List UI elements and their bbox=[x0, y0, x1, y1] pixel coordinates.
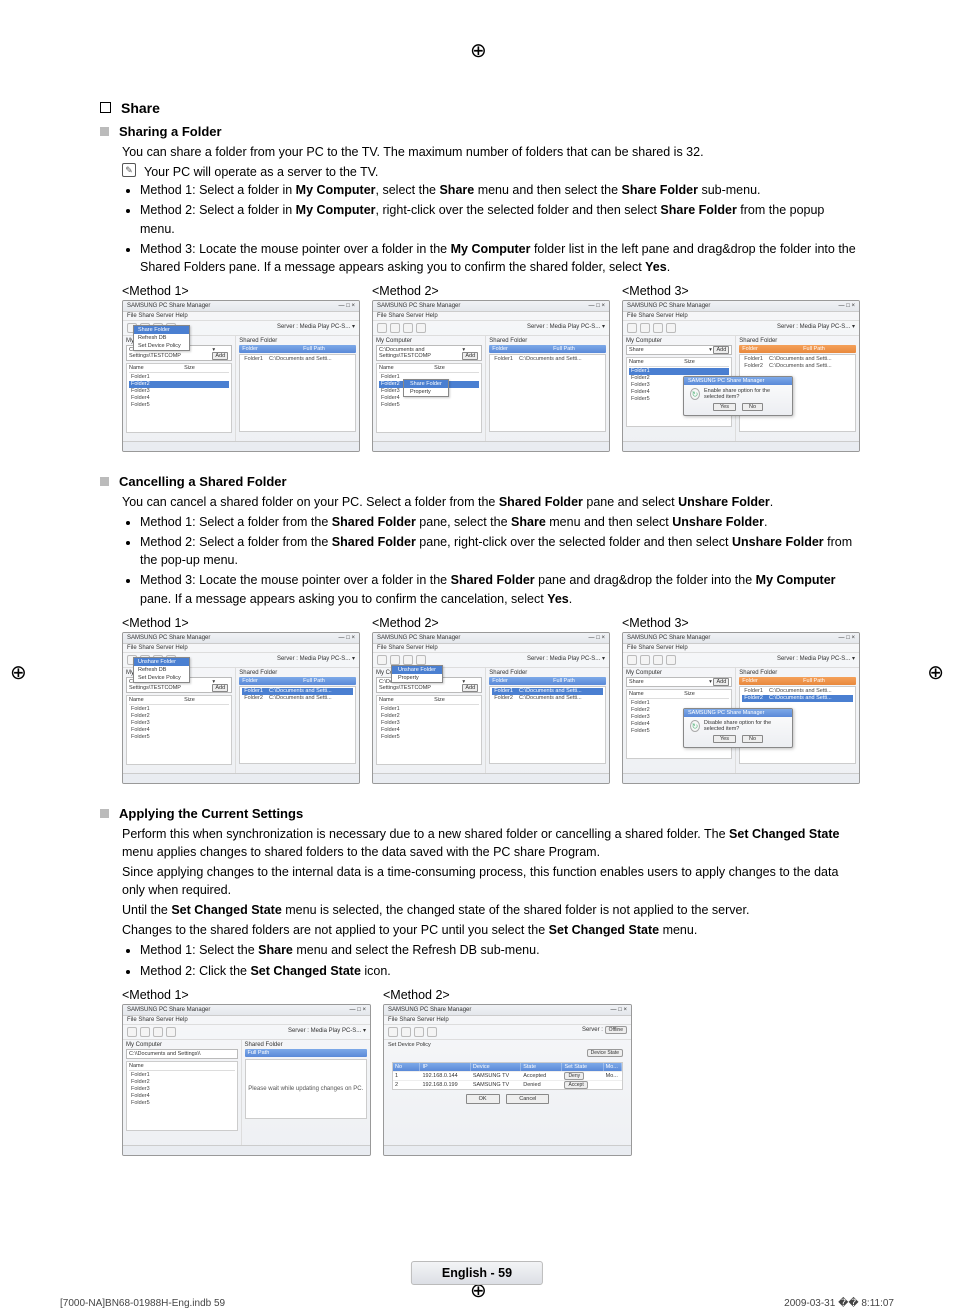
screenshot-sharing-method2: SAMSUNG PC Share Manager— □ × File Share… bbox=[372, 300, 610, 452]
sharing-method1: Method 1: Select a folder in My Computer… bbox=[140, 181, 860, 199]
share-menu-dropdown[interactable]: Share Folder Refresh DB Set Device Polic… bbox=[133, 325, 190, 351]
screenshot-sharing-method1: SAMSUNG PC Share Manager— □ × File Share… bbox=[122, 300, 360, 452]
crop-mark-icon: ⊕ bbox=[927, 660, 944, 685]
print-metadata: [7000-NA]BN68-01988H-Eng.indb 59 2009-03… bbox=[60, 1298, 894, 1309]
note-icon: ✎ bbox=[122, 163, 136, 177]
cancel-intro: You can cancel a shared folder on your P… bbox=[122, 493, 860, 511]
apply-method2-label: <Method 2> bbox=[383, 988, 632, 1002]
method1-label: <Method 1> bbox=[122, 284, 360, 298]
subsection-title-sharing: Sharing a Folder bbox=[119, 124, 222, 139]
no-button[interactable]: No bbox=[742, 403, 763, 411]
page-footer: English - 59 bbox=[411, 1261, 543, 1285]
sharing-note: Your PC will operate as a server to the … bbox=[144, 163, 378, 181]
sharing-method3: Method 3: Locate the mouse pointer over … bbox=[140, 240, 860, 276]
screenshot-cancel-method3: SAMSUNG PC Share Manager— □ × File Share… bbox=[622, 632, 860, 784]
cancel-button[interactable]: Cancel bbox=[506, 1094, 549, 1104]
apply-method2: Method 2: Click the Set Changed State ic… bbox=[140, 962, 860, 980]
no-button[interactable]: No bbox=[742, 735, 763, 743]
method2-label: <Method 2> bbox=[372, 284, 610, 298]
apply-method1-label: <Method 1> bbox=[122, 988, 371, 1002]
subsection-bullet-icon bbox=[100, 127, 109, 136]
cancel-method1-label: <Method 1> bbox=[122, 616, 360, 630]
subsection-bullet-icon bbox=[100, 809, 109, 818]
screenshot-apply-method2: SAMSUNG PC Share Manager— □ × File Share… bbox=[383, 1004, 632, 1156]
ok-button[interactable]: OK bbox=[466, 1094, 500, 1104]
subsection-bullet-icon bbox=[100, 477, 109, 486]
print-timestamp: 2009-03-31 �� 8:11:07 bbox=[784, 1298, 894, 1309]
yes-button[interactable]: Yes bbox=[713, 403, 736, 411]
screenshot-sharing-method3: SAMSUNG PC Share Manager— □ × File Share… bbox=[622, 300, 860, 452]
apply-p1: Perform this when synchronization is nec… bbox=[122, 825, 860, 861]
page-content: Share Sharing a Folder You can share a f… bbox=[100, 100, 860, 1178]
cancel-method2: Method 2: Select a folder from the Share… bbox=[140, 533, 860, 569]
share-menu-dropdown[interactable]: Unshare Folder Refresh DB Set Device Pol… bbox=[133, 657, 190, 683]
screenshot-cancel-method2: SAMSUNG PC Share Manager— □ × File Share… bbox=[372, 632, 610, 784]
screenshot-apply-method1: SAMSUNG PC Share Manager— □ × File Share… bbox=[122, 1004, 371, 1156]
method3-label: <Method 3> bbox=[622, 284, 860, 298]
confirm-dialog[interactable]: SAMSUNG PC Share Manager ↻Disable share … bbox=[683, 708, 793, 748]
sharing-method2: Method 2: Select a folder in My Computer… bbox=[140, 201, 860, 237]
screenshot-cancel-method1: SAMSUNG PC Share Manager— □ × File Share… bbox=[122, 632, 360, 784]
apply-method1: Method 1: Select the Share menu and sele… bbox=[140, 941, 860, 959]
cancel-method2-label: <Method 2> bbox=[372, 616, 610, 630]
yes-button[interactable]: Yes bbox=[713, 735, 736, 743]
apply-p3: Until the Set Changed State menu is sele… bbox=[122, 901, 860, 919]
context-menu[interactable]: Unshare Folder Property bbox=[391, 665, 443, 683]
apply-p4: Changes to the shared folders are not ap… bbox=[122, 921, 860, 939]
confirm-dialog[interactable]: SAMSUNG PC Share Manager ↻Enable share o… bbox=[683, 376, 793, 416]
cancel-method1: Method 1: Select a folder from the Share… bbox=[140, 513, 860, 531]
sharing-intro: You can share a folder from your PC to t… bbox=[122, 143, 860, 161]
print-file: [7000-NA]BN68-01988H-Eng.indb 59 bbox=[60, 1298, 225, 1309]
subsection-title-cancel: Cancelling a Shared Folder bbox=[119, 474, 287, 489]
section-bullet-icon bbox=[100, 102, 111, 113]
context-menu[interactable]: Share Folder Property bbox=[403, 379, 449, 397]
subsection-title-apply: Applying the Current Settings bbox=[119, 806, 303, 821]
crop-mark-icon: ⊕ bbox=[470, 38, 487, 63]
cancel-method3-label: <Method 3> bbox=[622, 616, 860, 630]
cancel-method3: Method 3: Locate the mouse pointer over … bbox=[140, 571, 860, 607]
apply-p2: Since applying changes to the internal d… bbox=[122, 863, 860, 899]
crop-mark-icon: ⊕ bbox=[10, 660, 27, 685]
section-title: Share bbox=[121, 100, 160, 116]
